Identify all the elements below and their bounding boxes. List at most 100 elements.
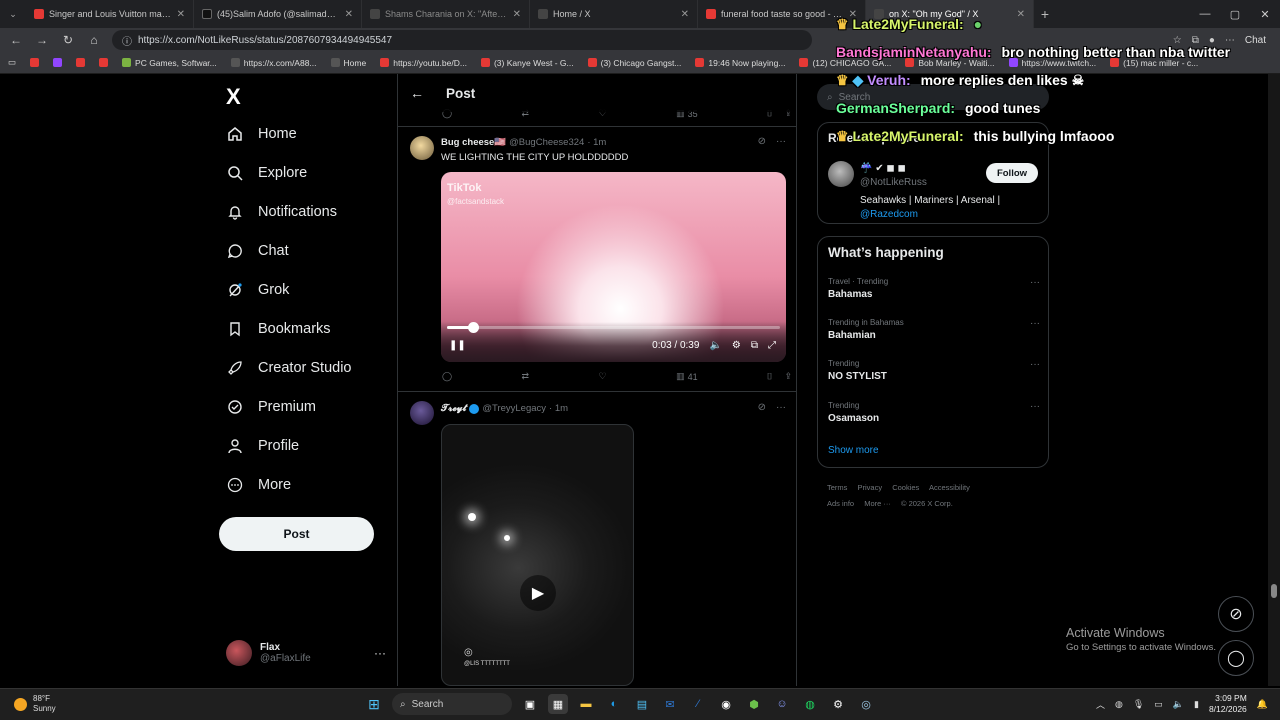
footer-link[interactable]: Ads info xyxy=(827,499,854,508)
scrollbar-thumb[interactable] xyxy=(1271,584,1277,598)
messages-float-button[interactable]: ◯ xyxy=(1218,640,1254,676)
windows-start-icon[interactable]: ⊞ xyxy=(364,694,384,714)
bookmark-item[interactable]: https://x.com/A88... xyxy=(230,58,317,68)
extensions-icon[interactable]: ⧉ xyxy=(1192,35,1199,46)
page-scrollbar[interactable] xyxy=(1268,74,1280,686)
close-tab-icon[interactable]: ✕ xyxy=(345,9,353,20)
bookmark-icon[interactable]: ⌷ xyxy=(767,371,772,382)
follow-button[interactable]: Follow xyxy=(986,163,1038,183)
trend-item[interactable]: Travel · Trending Bahamas ··· xyxy=(828,277,1040,300)
bookmark-item[interactable]: Home xyxy=(330,58,366,68)
microphone-icon[interactable]: 🎙 xyxy=(1133,699,1144,710)
bookmark-item[interactable]: PC Games, Softwar... xyxy=(122,58,217,68)
discord-icon[interactable]: ☺ xyxy=(772,694,792,714)
reply-icon[interactable]: ◯ xyxy=(442,371,452,382)
more-icon[interactable]: ··· xyxy=(374,646,386,660)
bookmark-item[interactable] xyxy=(30,58,40,67)
play-icon[interactable]: ▶ xyxy=(520,575,556,611)
back-arrow-icon[interactable]: ← xyxy=(410,85,424,101)
app-icon[interactable]: ⁄ xyxy=(688,694,708,714)
nav-explore[interactable]: Explore xyxy=(226,161,307,185)
bookmark-item[interactable]: (12) CHICAGO GA... xyxy=(799,58,891,68)
close-tab-icon[interactable]: ✕ xyxy=(681,9,689,20)
more-icon[interactable]: ··· xyxy=(1030,277,1040,288)
avatar[interactable] xyxy=(410,401,434,425)
tweet-time[interactable]: · 1m xyxy=(587,137,606,148)
chevron-up-icon[interactable]: ︿ xyxy=(1096,698,1105,711)
bookmark-item[interactable] xyxy=(53,58,63,67)
browser-tab[interactable]: (45)Salim Adofo (@salimadofo)'s v ✕ xyxy=(194,0,362,28)
new-tab-button[interactable]: + xyxy=(1034,6,1056,22)
tweet-author-name[interactable]: Bug cheese🇺🇸 xyxy=(441,137,506,148)
xbox-icon[interactable]: ⬢ xyxy=(744,694,764,714)
tray-app-icon[interactable]: ◍ xyxy=(1115,699,1123,710)
menu-icon[interactable]: ⋯ xyxy=(1225,35,1235,46)
search-input[interactable]: ⌕ Search xyxy=(817,84,1049,110)
tab-list-icon[interactable]: ⌄ xyxy=(0,0,26,28)
bookmark-item[interactable]: Bob Marley - Waiti... xyxy=(905,58,995,68)
share-icon[interactable]: ⇪ xyxy=(784,371,792,382)
grok-icon[interactable]: ⊘ xyxy=(758,402,766,413)
grok-float-button[interactable]: ⊘ xyxy=(1218,596,1254,632)
nav-premium[interactable]: Premium xyxy=(226,395,316,419)
account-switcher[interactable]: Flax @aFlaxLife ··· xyxy=(226,640,386,666)
bookmark-item[interactable]: https://youtu.be/D... xyxy=(380,58,467,68)
fullscreen-icon[interactable]: ⤢ xyxy=(768,340,776,351)
tweet-time[interactable]: · 1m xyxy=(549,403,568,414)
footer-link[interactable]: Cookies xyxy=(892,483,919,492)
like-icon[interactable]: ♡ xyxy=(599,371,607,382)
tweet-video-thumbnail[interactable]: ▶ ◎ @LIS TTTTTTTT xyxy=(441,424,634,686)
close-tab-icon[interactable]: ✕ xyxy=(849,9,857,20)
more-icon[interactable]: ··· xyxy=(1030,401,1040,412)
battery-icon[interactable]: ▮ xyxy=(1194,699,1199,710)
nav-bookmarks[interactable]: Bookmarks xyxy=(226,317,331,341)
nav-profile[interactable]: Profile xyxy=(226,434,299,458)
bookmarks-menu-icon[interactable]: ▭ xyxy=(8,57,16,68)
nav-creator-studio[interactable]: Creator Studio xyxy=(226,356,352,380)
footer-link[interactable]: More ··· xyxy=(864,499,891,508)
tweet-author-handle[interactable]: @TreyyLegacy xyxy=(482,403,546,414)
trend-item[interactable]: Trending Osamason ··· xyxy=(828,401,1040,424)
taskbar-search[interactable]: ⌕ Search xyxy=(392,693,512,715)
url-field[interactable]: ⓘ https://x.com/NotLikeRuss/status/20876… xyxy=(112,30,812,50)
nav-grok[interactable]: Grok xyxy=(226,278,289,302)
footer-link[interactable]: Accessibility xyxy=(929,483,970,492)
nav-notifications[interactable]: Notifications xyxy=(226,200,337,224)
more-icon[interactable]: ··· xyxy=(776,402,786,413)
nav-more[interactable]: More xyxy=(226,473,291,497)
reload-icon[interactable]: ↻ xyxy=(60,33,76,47)
views-button[interactable]: ▥ 41 xyxy=(676,371,698,382)
weather-widget[interactable]: 88°F Sunny xyxy=(14,694,56,714)
more-icon[interactable]: ··· xyxy=(1030,318,1040,329)
footer-link[interactable]: Terms xyxy=(827,483,847,492)
retweet-icon[interactable]: ⇄ xyxy=(522,371,530,382)
forward-icon[interactable]: → xyxy=(34,33,50,47)
edge-icon[interactable]: ◐ xyxy=(604,694,624,714)
post-button[interactable]: Post xyxy=(219,517,374,551)
store-icon[interactable]: ▤ xyxy=(632,694,652,714)
nav-chat[interactable]: Chat xyxy=(226,239,289,263)
video-seek-bar[interactable] xyxy=(447,322,780,333)
pause-icon[interactable]: ❚❚ xyxy=(449,340,466,351)
notification-icon[interactable]: 🔔 xyxy=(1257,699,1268,710)
widgets-icon[interactable]: ▦ xyxy=(548,694,568,714)
more-icon[interactable]: ··· xyxy=(776,136,786,147)
tweet-author-name[interactable]: 𝓣𝓻𝓮𝔂𝓽 xyxy=(441,403,466,414)
close-tab-icon[interactable]: ✕ xyxy=(177,9,185,20)
tweet-video-player[interactable]: TikTok @factsandstack ❚❚ 0:03 / 0:39 🔈 ⚙… xyxy=(441,172,786,362)
maximize-icon[interactable]: ▢ xyxy=(1220,8,1250,21)
spotify-icon[interactable]: ◍ xyxy=(800,694,820,714)
profile-icon[interactable]: ● xyxy=(1209,35,1215,46)
speaker-icon[interactable]: 🔈 xyxy=(1173,699,1184,710)
file-explorer-icon[interactable]: ▬ xyxy=(576,694,596,714)
outlook-icon[interactable]: ✉ xyxy=(660,694,680,714)
browser-tab[interactable]: Singer and Louis Vuitton made a c ✕ xyxy=(26,0,194,28)
close-tab-icon[interactable]: ✕ xyxy=(513,9,521,20)
close-tab-icon[interactable]: ✕ xyxy=(1017,9,1025,20)
bookmark-item[interactable]: (15) mac miller - c... xyxy=(1110,58,1198,68)
clock[interactable]: 3:09 PM 8/12/2026 xyxy=(1209,693,1247,715)
bookmark-item[interactable]: https://www.twitch... xyxy=(1008,58,1096,68)
grok-icon[interactable]: ⊘ xyxy=(758,136,766,147)
x-logo[interactable]: X xyxy=(226,84,241,110)
task-view-icon[interactable]: ▣ xyxy=(520,694,540,714)
